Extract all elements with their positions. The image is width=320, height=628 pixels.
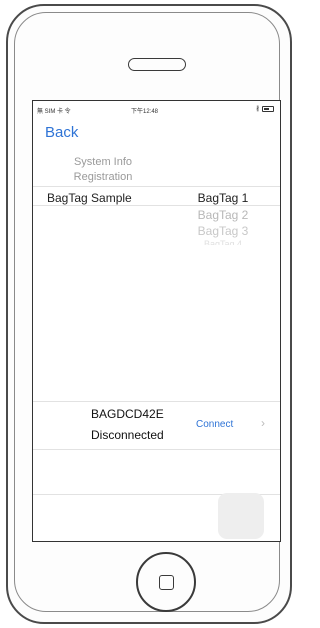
divider xyxy=(33,205,280,206)
tab-registration[interactable]: Registration xyxy=(53,171,153,183)
back-button[interactable]: Back xyxy=(45,124,78,141)
signal-icon: ∦ xyxy=(256,106,259,112)
floating-action-button[interactable] xyxy=(218,493,264,539)
home-square-icon xyxy=(159,575,174,590)
divider xyxy=(33,401,280,402)
device-status: Disconnected xyxy=(91,428,164,442)
battery-icon xyxy=(262,105,274,112)
phone-screen: 無 SIM 卡 令 下午12:48 ∦ Back System Info Reg… xyxy=(32,100,281,542)
bagtag-sample-label: BagTag Sample xyxy=(47,191,132,205)
picker-item-bagtag-1[interactable]: BagTag 1 xyxy=(183,191,263,205)
status-time: 下午12:48 xyxy=(131,109,159,115)
status-right: ∦ xyxy=(256,105,274,112)
picker-item-bagtag-4[interactable]: BagTag 4 xyxy=(183,239,263,245)
divider xyxy=(33,449,280,450)
picker-item-bagtag-3[interactable]: BagTag 3 xyxy=(183,224,263,238)
connect-button[interactable]: Connect xyxy=(196,419,233,430)
speaker-grille xyxy=(128,58,186,71)
home-button[interactable] xyxy=(136,552,196,612)
chevron-right-icon: › xyxy=(261,416,265,430)
carrier-label: 無 SIM 卡 令 xyxy=(37,109,71,115)
tab-system-info[interactable]: System Info xyxy=(53,156,153,168)
divider xyxy=(33,186,280,187)
status-bar: 無 SIM 卡 令 下午12:48 ∦ xyxy=(33,101,280,117)
picker-item-bagtag-2[interactable]: BagTag 2 xyxy=(183,208,263,222)
device-name: BAGDCD42E xyxy=(91,407,164,421)
